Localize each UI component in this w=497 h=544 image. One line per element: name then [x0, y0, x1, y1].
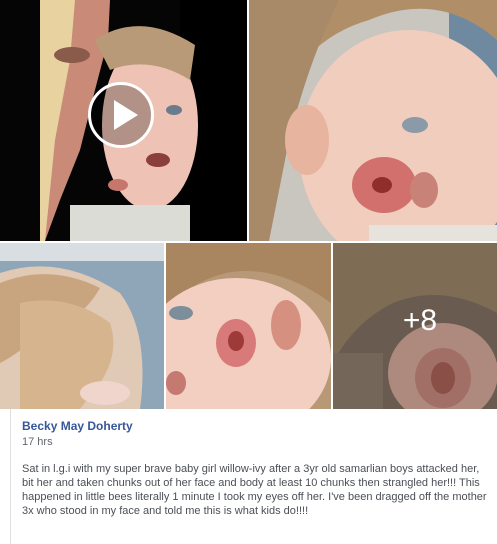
post-details: Becky May Doherty 17 hrs Sat in l.g.i wi… [10, 409, 495, 544]
photo-image-3 [166, 243, 331, 409]
post-timestamp[interactable]: 17 hrs [22, 436, 53, 448]
photo-thumbnail-2[interactable] [0, 243, 164, 409]
photo-image-2 [0, 243, 164, 409]
post-body-text: Sat in l.g.i with my super brave baby gi… [22, 463, 487, 517]
photo-thumbnail-3[interactable] [166, 243, 331, 409]
more-photos-count: +8 [333, 243, 497, 409]
photo-image-1 [249, 0, 497, 241]
play-icon [114, 100, 138, 130]
play-button[interactable] [88, 82, 154, 148]
photo-thumbnail-1[interactable] [249, 0, 497, 241]
photo-thumbnail-more[interactable]: +8 [333, 243, 497, 409]
author-name-link[interactable]: Becky May Doherty [22, 419, 133, 433]
video-thumbnail[interactable] [0, 0, 247, 241]
